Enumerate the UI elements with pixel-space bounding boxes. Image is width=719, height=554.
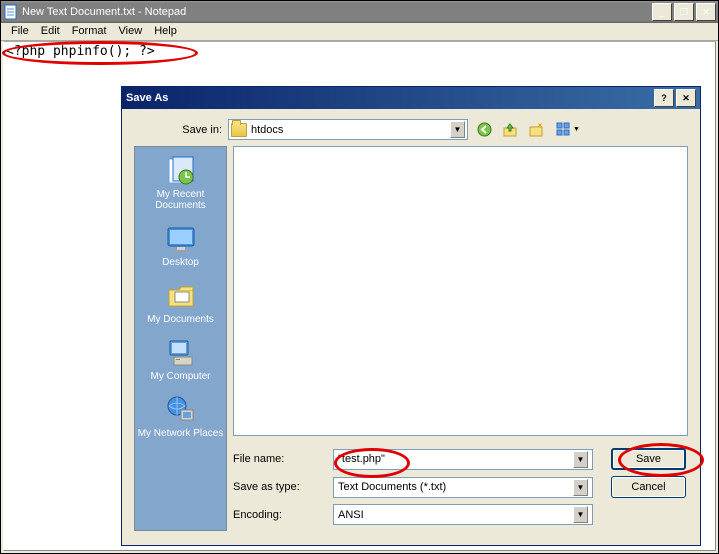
menu-view[interactable]: View (113, 23, 149, 40)
filename-row: File name: "test.php" ▼ Save (233, 448, 688, 470)
saveastype-combo[interactable]: Text Documents (*.txt) ▼ (333, 477, 593, 498)
dialog-toolbar: ▼ (474, 120, 584, 140)
save-button[interactable]: Save (611, 448, 686, 470)
dialog-body: Save in: htdocs ▼ ▼ (122, 109, 700, 541)
file-area: File name: "test.php" ▼ Save Save as typ… (227, 146, 688, 531)
menubar: File Edit Format View Help (1, 23, 718, 41)
savein-value: htdocs (251, 124, 283, 136)
saveastype-value: Text Documents (*.txt) (338, 481, 446, 493)
menu-format[interactable]: Format (66, 23, 113, 40)
dropdown-arrow-icon[interactable]: ▼ (573, 479, 588, 496)
filename-value: "test.php" (338, 453, 385, 465)
saveastype-row: Save as type: Text Documents (*.txt) ▼ C… (233, 476, 688, 498)
dropdown-arrow-icon[interactable]: ▼ (573, 506, 588, 523)
up-icon[interactable] (500, 120, 520, 140)
dropdown-arrow-icon[interactable]: ▼ (450, 121, 465, 138)
sidebar-item-label: Desktop (162, 257, 199, 268)
savein-combo[interactable]: htdocs ▼ (228, 119, 468, 140)
cancel-button[interactable]: Cancel (611, 476, 686, 498)
window-title: New Text Document.txt - Notepad (22, 6, 652, 18)
sidebar-item-label: My Recent Documents (136, 189, 226, 211)
folder-icon (231, 123, 247, 137)
encoding-row: Encoding: ANSI ▼ (233, 504, 688, 525)
maximize-button[interactable]: ❐ (674, 3, 694, 21)
recent-docs-icon (165, 155, 197, 187)
dialog-help-button[interactable]: ? (654, 89, 674, 107)
new-folder-icon[interactable] (526, 120, 546, 140)
encoding-label: Encoding: (233, 509, 325, 521)
window-controls: _ ❐ ✕ (652, 3, 716, 21)
savein-row: Save in: htdocs ▼ ▼ (134, 119, 688, 140)
notepad-titlebar: New Text Document.txt - Notepad _ ❐ ✕ (1, 1, 718, 23)
file-list[interactable] (233, 146, 688, 436)
dialog-titlebar: Save As ? ✕ (122, 87, 700, 109)
menu-edit[interactable]: Edit (35, 23, 66, 40)
savein-label: Save in: (134, 124, 222, 136)
filename-input[interactable]: "test.php" ▼ (333, 449, 593, 470)
minimize-button[interactable]: _ (652, 3, 672, 21)
sidebar-item-mydocs[interactable]: My Documents (136, 278, 226, 327)
bottom-fields: File name: "test.php" ▼ Save Save as typ… (233, 448, 688, 531)
menu-help[interactable]: Help (148, 23, 183, 40)
dialog-main: My Recent Documents Desktop My Documents (134, 146, 688, 531)
dropdown-arrow-icon[interactable]: ▼ (573, 451, 588, 468)
my-computer-icon (165, 337, 197, 369)
places-sidebar: My Recent Documents Desktop My Documents (134, 146, 227, 531)
sidebar-item-desktop[interactable]: Desktop (136, 221, 226, 270)
filename-label: File name: (233, 453, 325, 465)
sidebar-item-network[interactable]: My Network Places (136, 392, 226, 441)
my-documents-icon (165, 280, 197, 312)
encoding-combo[interactable]: ANSI ▼ (333, 504, 593, 525)
close-button[interactable]: ✕ (696, 3, 716, 21)
saveastype-label: Save as type: (233, 481, 325, 493)
sidebar-item-recent[interactable]: My Recent Documents (136, 153, 226, 213)
notepad-app-icon (3, 4, 19, 20)
views-icon[interactable]: ▼ (552, 120, 584, 140)
sidebar-item-label: My Network Places (138, 428, 224, 439)
editor-text: <?php phpinfo(); ?> (6, 44, 155, 59)
save-as-dialog: Save As ? ✕ Save in: htdocs ▼ (121, 86, 701, 546)
desktop-icon (165, 223, 197, 255)
dialog-close-button[interactable]: ✕ (676, 89, 696, 107)
sidebar-item-label: My Computer (150, 371, 210, 382)
back-icon[interactable] (474, 120, 494, 140)
network-places-icon (165, 394, 197, 426)
encoding-value: ANSI (338, 509, 364, 521)
sidebar-item-label: My Documents (147, 314, 214, 325)
menu-file[interactable]: File (5, 23, 35, 40)
sidebar-item-mycomputer[interactable]: My Computer (136, 335, 226, 384)
dialog-title: Save As (126, 92, 654, 104)
